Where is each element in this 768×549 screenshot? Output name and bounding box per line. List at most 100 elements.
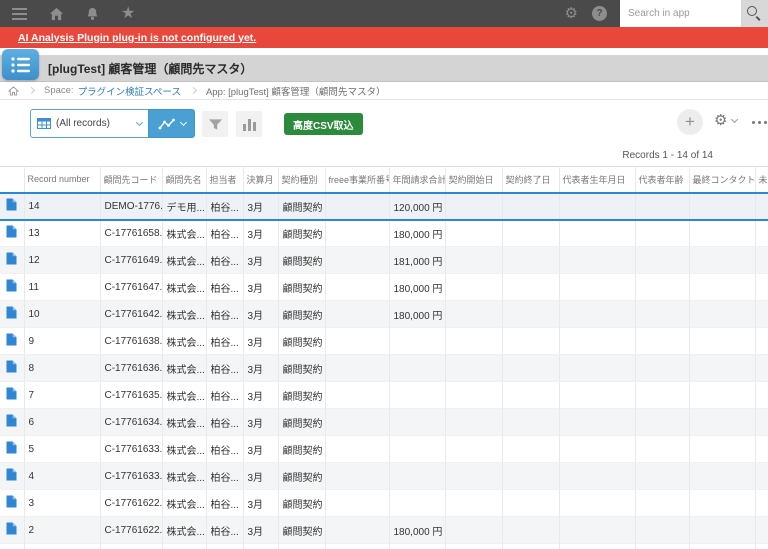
- graph-view-button[interactable]: [148, 109, 195, 138]
- add-record-button[interactable]: +: [677, 109, 703, 135]
- record-page-icon[interactable]: [6, 495, 17, 511]
- app-settings-button[interactable]: ⚙: [714, 113, 739, 128]
- column-header[interactable]: 最終コンタクト日: [689, 166, 756, 193]
- record-page-icon[interactable]: [6, 225, 17, 241]
- record-page-icon[interactable]: [6, 333, 17, 349]
- column-header[interactable]: 決算月: [243, 166, 279, 193]
- record-page-icon[interactable]: [6, 522, 17, 538]
- table-row[interactable]: 5 C-17761633... 株式会... 柏谷... 3月 顧問契約: [0, 435, 768, 463]
- breadcrumb-separator-icon: [27, 86, 36, 95]
- table-cell: 顧問契約: [278, 219, 326, 247]
- table-cell: 柏谷...: [206, 381, 244, 409]
- column-header[interactable]: Record number: [24, 166, 101, 193]
- record-icon-cell[interactable]: [0, 219, 25, 247]
- table-row[interactable]: 11 C-17761647... 株式会... 柏谷... 3月 顧問契約 180,000 …: [0, 273, 768, 301]
- home-icon[interactable]: [49, 7, 64, 21]
- table-cell: [325, 273, 390, 301]
- column-header[interactable]: 顧問先名: [162, 166, 207, 193]
- record-icon-cell[interactable]: [0, 273, 25, 301]
- record-page-icon[interactable]: [6, 252, 17, 268]
- breadcrumb-space-link[interactable]: プラグイン検証スペース: [78, 84, 181, 98]
- table-row[interactable]: 8 C-17761636... 株式会... 柏谷... 3月 顧問契約: [0, 354, 768, 382]
- table-cell: 顧問契約: [278, 381, 326, 409]
- column-header[interactable]: 契約終了日: [502, 166, 560, 193]
- table-cell: 株式会...: [162, 300, 207, 328]
- table-cell: 柏谷...: [206, 273, 244, 301]
- app-icon[interactable]: [2, 49, 39, 80]
- record-page-icon[interactable]: [6, 198, 17, 214]
- record-page-icon[interactable]: [6, 468, 17, 484]
- table-cell: [635, 543, 690, 549]
- table-cell: 3月: [243, 489, 279, 517]
- record-page-icon[interactable]: [6, 441, 17, 457]
- table-cell: [445, 516, 503, 544]
- plugin-warning-link[interactable]: AI Analysis Plugin plug-in is not config…: [18, 32, 256, 44]
- record-icon-cell[interactable]: [0, 354, 25, 382]
- table-cell: C-17761633...: [100, 435, 163, 463]
- record-icon-cell[interactable]: [0, 516, 25, 544]
- record-page-icon[interactable]: [6, 387, 17, 403]
- column-header[interactable]: 顧問先コード: [100, 166, 163, 193]
- table-row[interactable]: 10 C-17761642... 株式会... 柏谷... 3月 顧問契約 180,000 …: [0, 300, 768, 328]
- table-cell: C-17761647...: [100, 273, 163, 301]
- table-row[interactable]: 12 C-17761649... 株式会... 柏谷... 3月 顧問契約 181,000 …: [0, 246, 768, 274]
- record-icon-cell[interactable]: [0, 435, 25, 463]
- record-icon-cell[interactable]: [0, 489, 25, 517]
- table-cell: C-17761635...: [100, 381, 163, 409]
- record-page-icon[interactable]: [6, 306, 17, 322]
- table-row[interactable]: 13 C-17761658... 株式会... 柏谷... 3月 顧問契約 180,000 …: [0, 219, 768, 247]
- record-page-icon[interactable]: [6, 414, 17, 430]
- record-page-icon[interactable]: [6, 360, 17, 376]
- table-row[interactable]: 4 C-17761633... 株式会... 柏谷... 3月 顧問契約: [0, 462, 768, 490]
- column-header[interactable]: 担当者: [206, 166, 244, 193]
- table-cell: [689, 543, 756, 549]
- advanced-csv-import-button[interactable]: 高度CSV取込: [284, 113, 363, 135]
- record-icon-cell[interactable]: [0, 191, 25, 221]
- table-row[interactable]: 7 C-17761635... 株式会... 柏谷... 3月 顧問契約: [0, 381, 768, 409]
- search-submit-button[interactable]: [741, 0, 768, 27]
- table-cell: [445, 543, 503, 549]
- record-icon-cell[interactable]: [0, 408, 25, 436]
- table-cell: [559, 191, 636, 221]
- column-header[interactable]: 契約開始日: [445, 166, 503, 193]
- search-input[interactable]: [620, 0, 741, 27]
- table-row[interactable]: 9 C-17761638... 株式会... 柏谷... 3月 顧問契約: [0, 327, 768, 355]
- hamburger-menu-icon[interactable]: [12, 7, 27, 20]
- table-row[interactable]: 14DEMO-1776...デモ用...柏谷...3月顧問契約 120,000 円: [0, 191, 768, 221]
- column-header[interactable]: 契約種別: [278, 166, 326, 193]
- table-cell: 180,000 円: [389, 516, 446, 544]
- table-row[interactable]: 2 C-17761622... 株式会... 柏谷... 3月 顧問契約 180,000 円: [0, 516, 768, 544]
- table-cell: 顧問契約: [278, 273, 326, 301]
- record-icon-cell[interactable]: [0, 300, 25, 328]
- record-icon-cell[interactable]: [0, 381, 25, 409]
- table-cell: 顧問契約: [278, 489, 326, 517]
- record-icon-cell[interactable]: [0, 327, 25, 355]
- chart-button[interactable]: [236, 111, 262, 137]
- view-selector-dropdown[interactable]: (All records): [30, 109, 148, 138]
- column-header[interactable]: 代表者年齢: [635, 166, 690, 193]
- table-cell: C-17761633...: [100, 462, 163, 490]
- breadcrumb-home-icon[interactable]: [8, 85, 19, 96]
- filter-button[interactable]: [202, 111, 228, 137]
- notifications-bell-icon[interactable]: [86, 7, 99, 21]
- help-icon[interactable]: ?: [592, 6, 607, 21]
- table-cell: 株式会...: [162, 246, 207, 274]
- table-cell: [635, 381, 690, 409]
- favorites-star-icon[interactable]: ★: [121, 5, 135, 22]
- record-icon-cell[interactable]: [0, 462, 25, 490]
- column-header[interactable]: 代表者生年月日: [559, 166, 636, 193]
- more-options-button[interactable]: [752, 121, 767, 124]
- table-cell: [325, 435, 390, 463]
- table-row[interactable]: 6 C-17761634... 株式会... 柏谷... 3月 顧問契約: [0, 408, 768, 436]
- funnel-icon: [208, 118, 222, 130]
- record-page-icon[interactable]: [6, 279, 17, 295]
- settings-gear-icon[interactable]: ⚙: [565, 6, 578, 21]
- table-cell: [689, 489, 756, 517]
- column-header[interactable]: 年間請求合計: [389, 166, 446, 193]
- table-cell: [389, 435, 446, 463]
- table-row[interactable]: 3 C-17761622... 株式会... 柏谷... 3月 顧問契約: [0, 489, 768, 517]
- column-header[interactable]: 未コン: [755, 166, 768, 193]
- record-icon-cell[interactable]: [0, 246, 25, 274]
- table-cell: 株式会...: [162, 381, 207, 409]
- column-header[interactable]: freee事業所番号: [325, 166, 390, 193]
